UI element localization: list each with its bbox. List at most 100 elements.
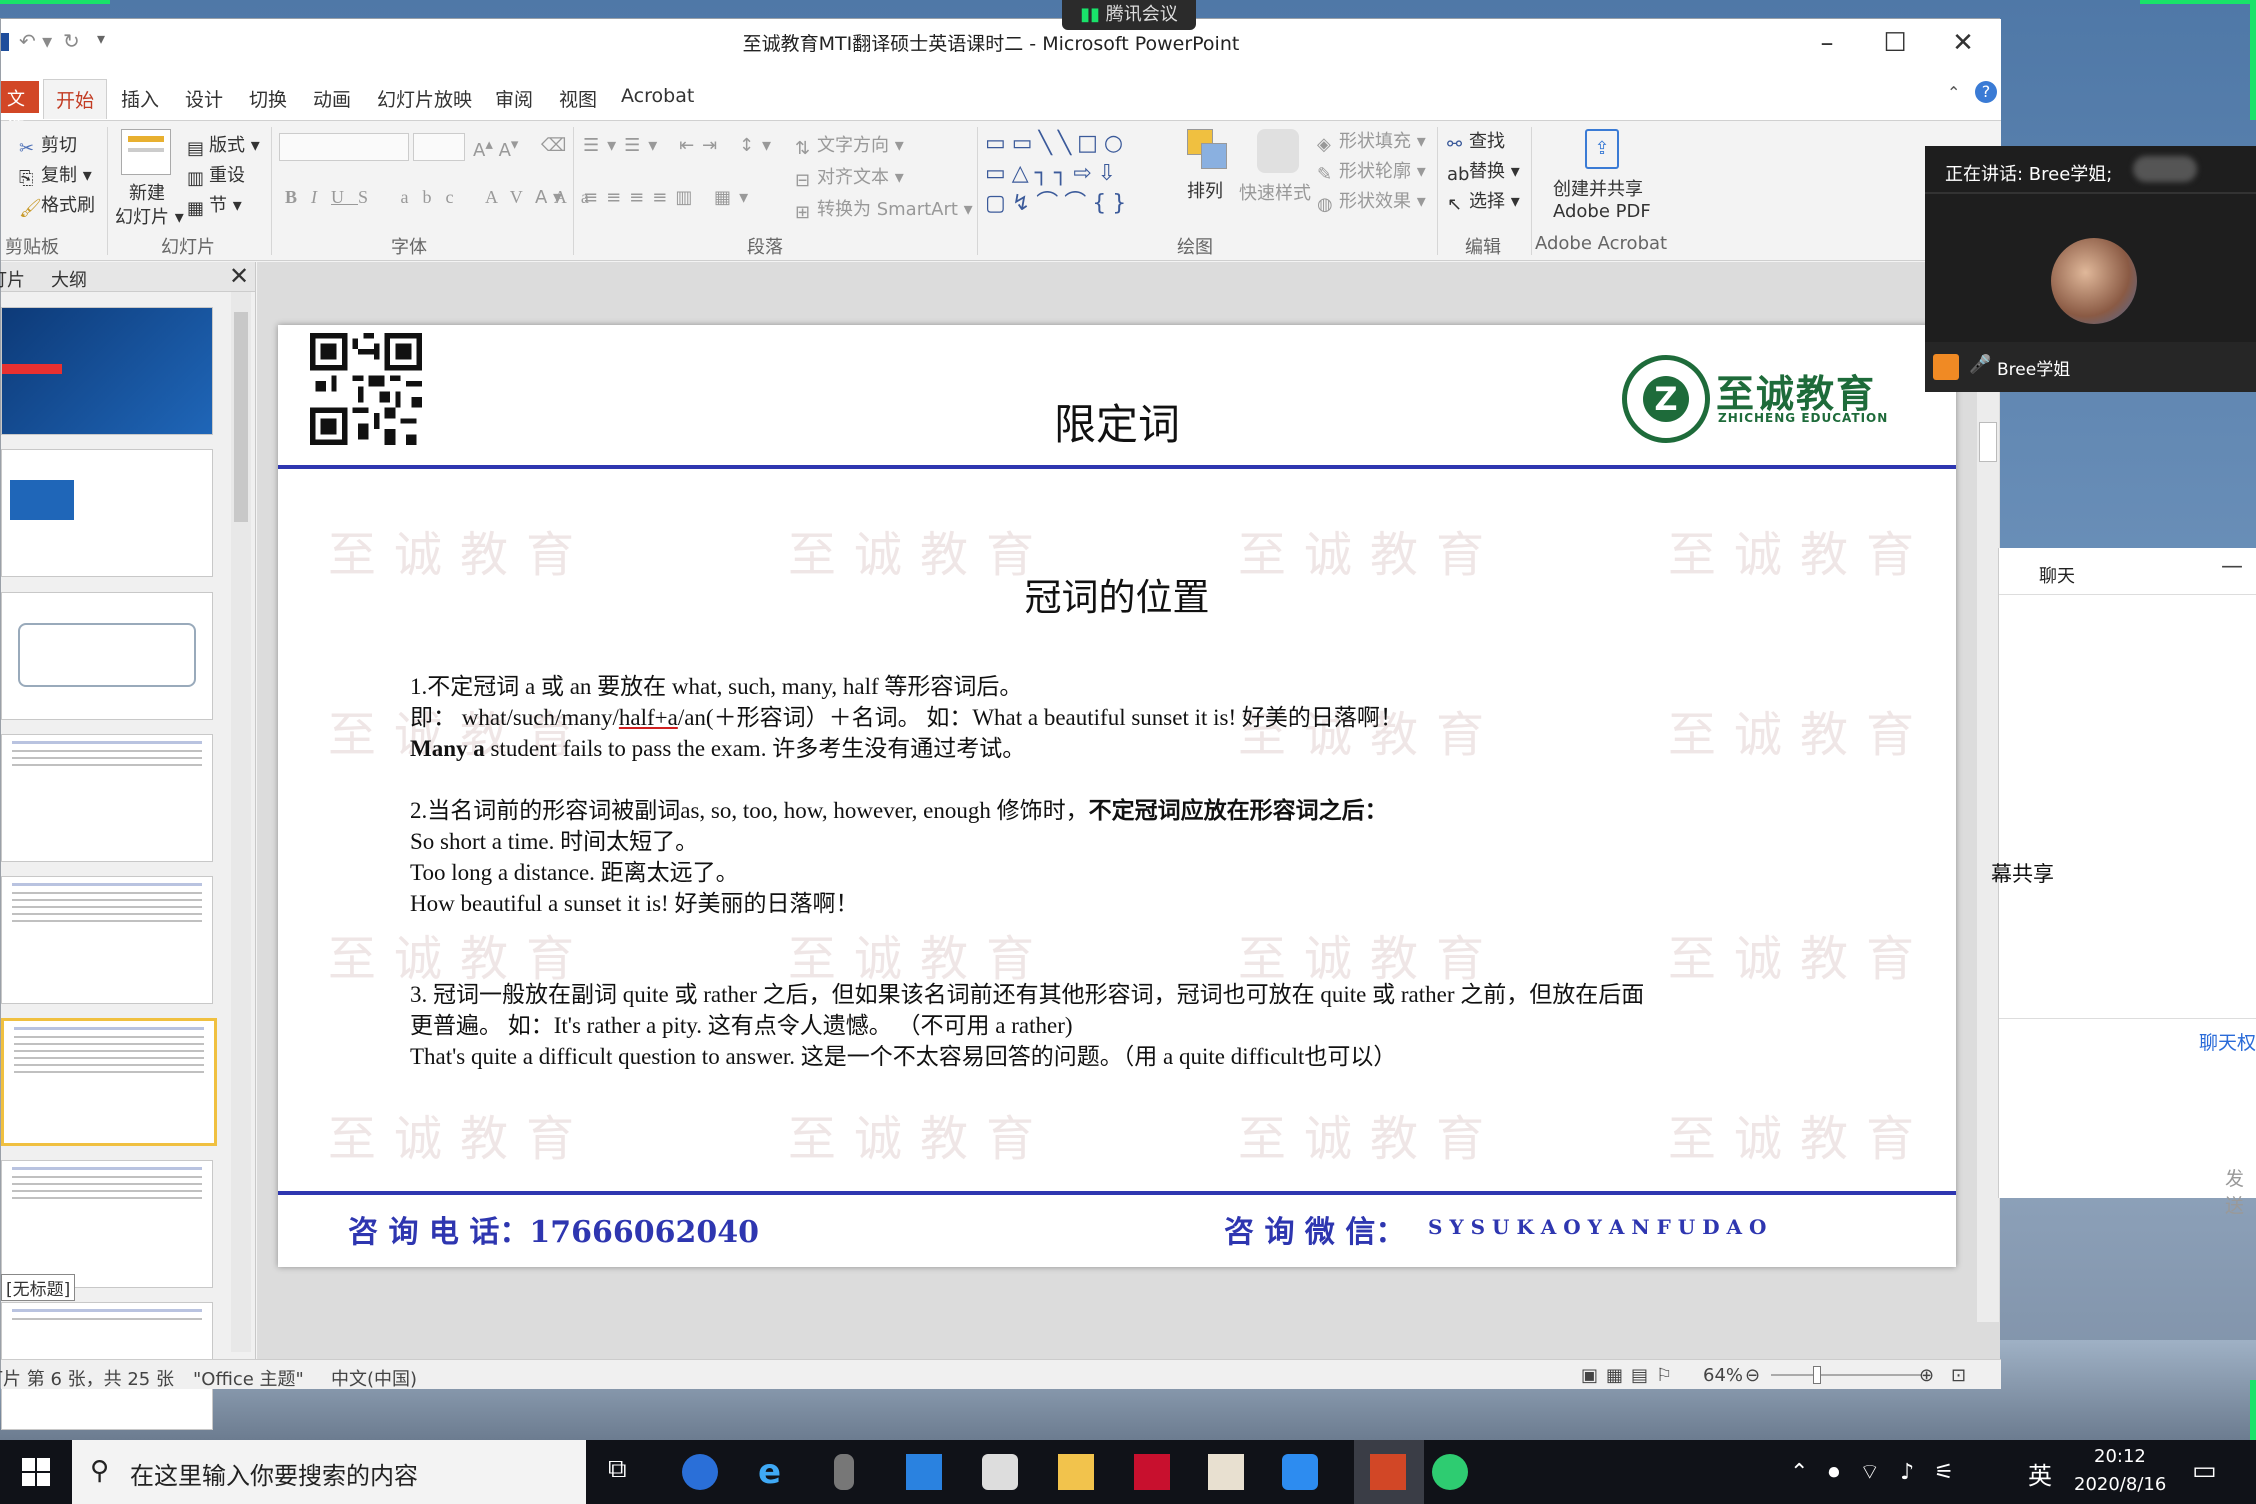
acrobat-icon[interactable] xyxy=(1134,1454,1170,1490)
recorder-icon[interactable] xyxy=(834,1454,854,1490)
smartart-button[interactable]: ⊞ 转换为 SmartArt ▾ xyxy=(795,195,973,223)
tab-acrobat[interactable]: Acrobat xyxy=(609,79,706,113)
windows-start-icon[interactable] xyxy=(22,1458,50,1486)
file-tab[interactable]: 文件 xyxy=(1,81,39,136)
ribbon-collapse-icon[interactable]: ⌃ xyxy=(1947,83,1960,102)
maximize-icon[interactable]: ☐ xyxy=(1865,23,1925,63)
app-icon-blue[interactable] xyxy=(1282,1454,1318,1490)
slide-thumbnail[interactable] xyxy=(1,449,213,577)
tab-animations[interactable]: 动画 xyxy=(301,79,363,118)
editor-scrollbar[interactable] xyxy=(1977,282,1999,1322)
align-buttons[interactable]: ≡≡≡≡▥ ▦▾ xyxy=(583,187,756,208)
close-icon[interactable]: ✕ xyxy=(1933,23,1993,63)
align-text-button[interactable]: ⊟ 对齐文本 ▾ xyxy=(795,163,904,191)
tab-review[interactable]: 审阅 xyxy=(483,79,545,118)
current-slide[interactable]: 至诚教育 至诚教育 至诚教育 至诚教育 至诚教育 至诚教育 至诚教育 至诚教育 … xyxy=(278,325,1956,1267)
font-color-icon[interactable]: A ▾ xyxy=(535,187,562,208)
quick-styles-button[interactable]: 快速样式 xyxy=(1239,179,1311,205)
find-button[interactable]: ⚯ 查找 xyxy=(1447,127,1505,155)
panel-tab-slides[interactable]: 幻灯片 xyxy=(0,266,25,292)
tab-transitions[interactable]: 切换 xyxy=(237,79,299,118)
new-slide-label2[interactable]: 幻灯片 ▾ xyxy=(115,203,184,229)
chat-permission-link[interactable]: 聊天权 xyxy=(2199,1028,2256,1055)
minimize-icon[interactable]: – xyxy=(1797,23,1857,63)
new-slide-label[interactable]: 新建 xyxy=(129,179,165,205)
qat-dropdown-icon[interactable]: ▾ xyxy=(97,29,105,48)
scissors-icon: ✂ xyxy=(19,138,35,159)
cut-button[interactable]: ✂ 剪切 xyxy=(19,131,77,159)
tab-view[interactable]: 视图 xyxy=(547,79,609,118)
mail-icon[interactable] xyxy=(906,1454,942,1490)
panel-close-icon[interactable]: ✕ xyxy=(229,262,249,290)
slide-thumbnail[interactable] xyxy=(1,734,213,862)
format-painter-button[interactable]: 🖌格式刷 xyxy=(19,191,95,219)
edge-icon[interactable]: e xyxy=(758,1454,794,1490)
thumb-scrollbar[interactable] xyxy=(231,292,251,1352)
system-tray-icons[interactable]: ⌃⏺⌔♪⚟ xyxy=(1790,1458,1974,1486)
zoom-slider[interactable] xyxy=(1771,1366,1921,1384)
reset-button[interactable]: ▥ 重设 xyxy=(187,161,245,189)
speaker-video-panel[interactable]: 正在讲话: Bree学姐; 🎤 Bree学姐 xyxy=(1925,146,2256,392)
copy-button[interactable]: ⎘ 复制 ▾ xyxy=(19,161,92,189)
slide-thumbnail[interactable] xyxy=(1,307,213,435)
zoom-level[interactable]: 64% xyxy=(1703,1365,1743,1386)
powerpoint-icon[interactable] xyxy=(1370,1454,1406,1490)
arrange-icon[interactable] xyxy=(1187,129,1231,173)
adobe-pdf-label[interactable]: Adobe PDF xyxy=(1553,201,1651,222)
replace-button[interactable]: ab替换 ▾ xyxy=(1447,157,1520,185)
zoom-in-icon[interactable]: ⊕ xyxy=(1919,1365,1934,1386)
tab-insert[interactable]: 插入 xyxy=(109,79,171,118)
pdf-share-icon[interactable]: ⇪ xyxy=(1585,129,1619,169)
list-buttons[interactable]: ☰▾☰▾ ⇤⇥ ↕▾ xyxy=(583,135,779,156)
new-slide-icon[interactable] xyxy=(121,129,171,175)
notification-icon[interactable]: ▭ xyxy=(2192,1456,2217,1486)
group-label-acrobat: Adobe Acrobat xyxy=(1535,233,1668,254)
language-indicator[interactable]: 中文(中国) xyxy=(331,1365,417,1391)
clock-date[interactable]: 2020/8/16 xyxy=(2074,1474,2166,1495)
slide-thumbnail[interactable] xyxy=(1,876,213,1004)
meeting-status-pill[interactable]: ▮▮ 腾讯会议 xyxy=(1062,0,1196,30)
taskbar-search-box[interactable]: ⚲ 在这里输入你要搜索的内容 xyxy=(72,1440,586,1504)
task-view-icon[interactable]: ⧉ xyxy=(608,1454,644,1490)
send-button[interactable]: 发送 xyxy=(2225,1164,2256,1218)
panel-tab-outline[interactable]: 大纲 xyxy=(51,266,87,292)
select-button[interactable]: ↖ 选择 ▾ xyxy=(1447,187,1520,215)
file-explorer-icon[interactable] xyxy=(1058,1454,1094,1490)
redo-icon[interactable]: ↻ xyxy=(63,29,80,53)
clock-time[interactable]: 20:12 xyxy=(2094,1446,2146,1467)
camera-icon[interactable] xyxy=(982,1454,1018,1490)
shape-fill-button[interactable]: ◈ 形状填充 ▾ xyxy=(1317,127,1426,155)
search-placeholder: 在这里输入你要搜索的内容 xyxy=(130,1462,418,1490)
photos-icon[interactable] xyxy=(1208,1454,1244,1490)
slide-thumbnail[interactable] xyxy=(1,1160,213,1288)
zoom-out-icon[interactable]: ⊖ xyxy=(1745,1365,1760,1386)
view-buttons[interactable]: ▣▦▤⚐ xyxy=(1581,1365,1680,1386)
font-size-dropdown[interactable] xyxy=(413,133,465,161)
group-label-font: 字体 xyxy=(391,237,427,258)
tab-design[interactable]: 设计 xyxy=(173,79,235,118)
slide-thumbnail-current[interactable] xyxy=(1,1018,217,1146)
shape-outline-button[interactable]: ✎ 形状轮廓 ▾ xyxy=(1317,157,1426,185)
create-share-label[interactable]: 创建并共享 xyxy=(1553,175,1643,201)
grow-font-icon[interactable]: A▴ A▾ xyxy=(473,135,518,161)
meeting-app-icon[interactable] xyxy=(682,1454,718,1490)
share-border xyxy=(2250,0,2256,120)
arrange-button[interactable]: 排列 xyxy=(1187,177,1223,203)
tab-slideshow[interactable]: 幻灯片放映 xyxy=(365,79,484,118)
tab-home[interactable]: 开始 xyxy=(43,79,108,119)
fit-window-icon[interactable]: ⊡ xyxy=(1951,1365,1966,1386)
clear-format-icon[interactable]: ⌫ xyxy=(541,135,566,156)
section-button[interactable]: ▦ 节 ▾ xyxy=(187,191,242,219)
chat-minimize-icon[interactable]: — xyxy=(2221,554,2243,579)
text-direction-button[interactable]: ⇅ 文字方向 ▾ xyxy=(795,131,904,159)
shapes-gallery[interactable]: ▭▭╲╲□○ ▭△┐┐⇨⇩ ▢↯⌒⌒{} xyxy=(985,129,1171,229)
undo-icon[interactable]: ↶ ▾ xyxy=(19,29,52,53)
help-icon[interactable]: ? xyxy=(1975,81,1997,103)
shape-effects-button[interactable]: ◍ 形状效果 ▾ xyxy=(1317,187,1426,215)
layout-button[interactable]: ▤ 版式 ▾ xyxy=(187,131,260,159)
font-name-dropdown[interactable] xyxy=(279,133,409,161)
slide-thumbnail[interactable] xyxy=(1,592,213,720)
quick-styles-icon[interactable] xyxy=(1257,129,1299,173)
ime-indicator[interactable]: 英 xyxy=(2028,1456,2052,1491)
wechat-icon[interactable] xyxy=(1432,1454,1468,1490)
